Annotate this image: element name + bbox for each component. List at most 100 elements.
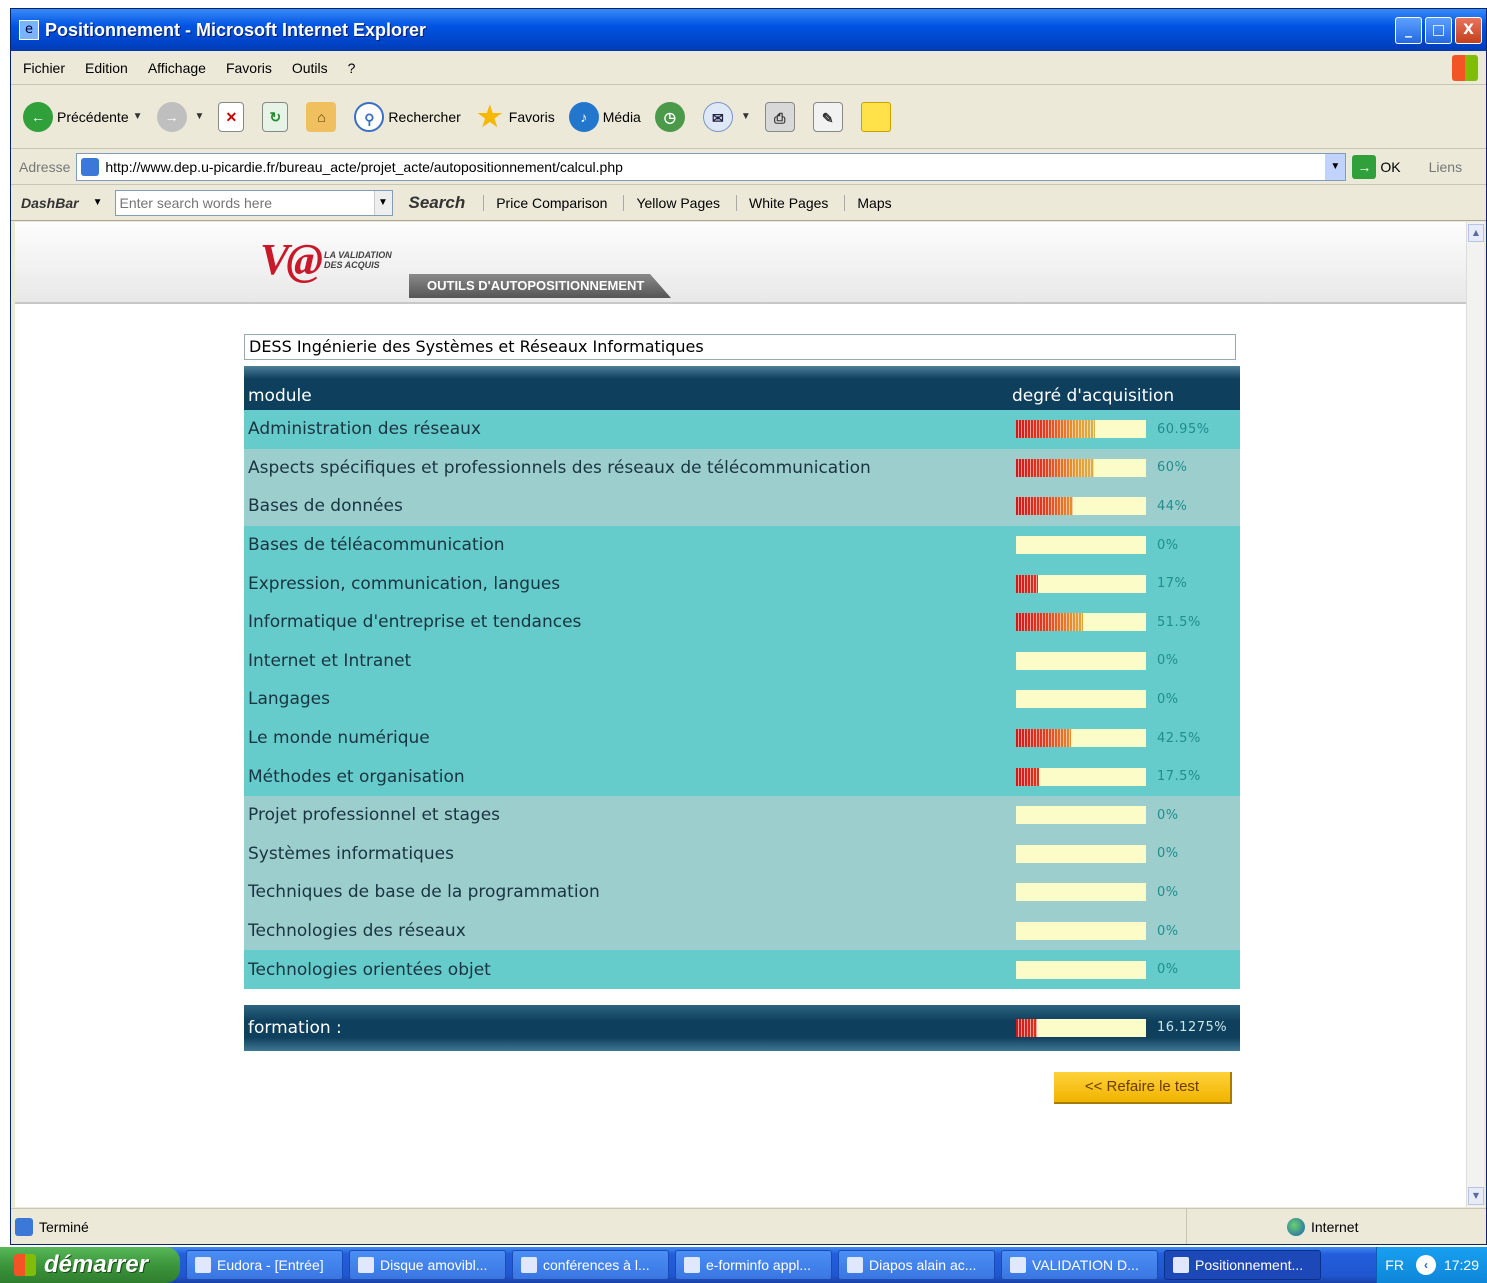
home-button[interactable]: ⌂ — [306, 101, 340, 132]
taskbar-button[interactable]: VALIDATION D... — [1001, 1250, 1158, 1280]
acquisition-percent: 17% — [1157, 576, 1188, 592]
link-price-comparison[interactable]: Price Comparison — [483, 194, 623, 211]
menu-affichage[interactable]: Affichage — [148, 60, 206, 76]
retake-test-button[interactable]: << Refaire le test — [1054, 1072, 1232, 1104]
task-label: conférences à l... — [543, 1257, 650, 1273]
module-name: Technologies des réseaux — [248, 921, 466, 942]
favorites-button[interactable]: ★ Favoris — [475, 101, 554, 132]
page-icon — [81, 157, 100, 176]
page-icon — [15, 1217, 33, 1236]
dashbar-brand[interactable]: DashBar — [21, 195, 79, 211]
search-button[interactable]: ⚲ Rechercher — [354, 101, 461, 132]
task-label: Disque amovibl... — [380, 1257, 488, 1273]
start-label: démarrer — [44, 1251, 149, 1278]
acquisition-fill — [1016, 458, 1094, 477]
vertical-scrollbar[interactable]: ▲ ▼ — [1466, 222, 1484, 1207]
module-name: Informatique d'entreprise et tendances — [248, 612, 582, 633]
taskbar-button[interactable]: e-forminfo appl... — [675, 1250, 832, 1280]
title-bar[interactable]: e Positionnement - Microsoft Internet Ex… — [11, 9, 1486, 51]
close-button[interactable]: X — [1455, 17, 1482, 44]
logo-text: LA VALIDATION DES ACQUIS — [324, 250, 392, 270]
start-button[interactable]: démarrer — [0, 1247, 180, 1283]
menu-favoris[interactable]: Favoris — [226, 60, 272, 76]
chevron-down-icon[interactable]: ▼ — [741, 111, 751, 122]
site-logo[interactable]: V@ LA VALIDATION DES ACQUIS — [260, 234, 392, 285]
scroll-down-icon[interactable]: ▼ — [1468, 1187, 1484, 1205]
mail-button[interactable]: ✉ ▼ — [702, 101, 751, 132]
security-zone: Internet — [1186, 1209, 1486, 1244]
acquisition-bar — [1016, 497, 1146, 516]
refresh-button[interactable]: ↻ — [262, 101, 292, 132]
table-row: Techniques de base de la programmation 0% — [244, 873, 1240, 912]
status-bar: Terminé Internet — [11, 1208, 1486, 1244]
forward-button[interactable]: → ▼ — [156, 101, 205, 132]
note-button[interactable] — [860, 101, 895, 132]
acquisition-bar — [1016, 536, 1146, 555]
dashbar-search-input[interactable] — [119, 194, 374, 211]
refresh-icon: ↻ — [262, 101, 289, 132]
taskbar-button[interactable]: Diapos alain ac... — [838, 1250, 995, 1280]
acquisition-percent: 0% — [1157, 846, 1179, 862]
module-name: Internet et Intranet — [248, 650, 412, 671]
standard-toolbar: ← Précédente ▼ → ▼ ✕ ↻ ⌂ ⚲ Rechercher ★ … — [11, 85, 1486, 149]
link-maps[interactable]: Maps — [844, 194, 907, 211]
taskbar-button[interactable]: Positionnement... — [1164, 1250, 1321, 1280]
dashbar-search-button[interactable]: Search — [409, 193, 466, 213]
chevron-down-icon[interactable]: ▼ — [195, 111, 205, 122]
module-name: Bases de téléacommunication — [248, 535, 505, 556]
task-label: Eudora - [Entrée] — [217, 1257, 324, 1273]
table-body: Administration des réseaux 60.95% Aspects … — [244, 410, 1240, 989]
windows-logo-icon — [1452, 55, 1478, 81]
chevron-down-icon[interactable]: ▼ — [1325, 153, 1346, 180]
app-icon — [1173, 1257, 1189, 1273]
stop-button[interactable]: ✕ — [218, 101, 248, 132]
task-label: Diapos alain ac... — [869, 1257, 977, 1273]
acquisition-percent: 0% — [1157, 884, 1179, 900]
acquisition-bar — [1016, 690, 1146, 709]
logo-line-2: DES ACQUIS — [323, 259, 380, 270]
module-name: Technologies orientées objet — [248, 959, 491, 980]
go-button[interactable]: → OK — [1352, 154, 1401, 179]
scroll-up-icon[interactable]: ▲ — [1468, 224, 1484, 242]
back-button[interactable]: ← Précédente ▼ — [23, 101, 143, 132]
menu-edition[interactable]: Edition — [85, 60, 128, 76]
taskbar-button[interactable]: Eudora - [Entrée] — [186, 1250, 343, 1280]
search-label: Rechercher — [388, 108, 461, 125]
media-button[interactable]: ♪ Média — [568, 101, 641, 132]
dashbar-search[interactable]: ▼ — [114, 189, 393, 216]
menu-help[interactable]: ? — [348, 60, 356, 76]
link-white-pages[interactable]: White Pages — [736, 194, 844, 211]
back-arrow-icon: ← — [23, 101, 53, 132]
language-indicator[interactable]: FR — [1385, 1257, 1404, 1273]
links-button[interactable]: Liens — [1429, 159, 1462, 175]
maximize-button[interactable]: □ — [1425, 17, 1452, 44]
acquisition-bar — [1016, 613, 1146, 632]
history-button[interactable]: ◷ — [654, 101, 689, 132]
menu-outils[interactable]: Outils — [292, 60, 328, 76]
chevron-down-icon[interactable]: ▼ — [133, 111, 143, 122]
tab-autopositionnement[interactable]: OUTILS D'AUTOPOSITIONNEMENT — [409, 274, 671, 298]
taskbar-button[interactable]: conférences à l... — [512, 1250, 669, 1280]
link-yellow-pages[interactable]: Yellow Pages — [623, 194, 736, 211]
module-name: Techniques de base de la programmation — [248, 882, 600, 903]
logo-line-1: LA VALIDATION — [323, 249, 392, 260]
task-list: Eudora - [Entrée] Disque amovibl... confér… — [180, 1250, 1321, 1280]
edit-icon: ✎ — [812, 101, 843, 132]
address-url[interactable]: http://www.dep.u-picardie.fr/bureau_acte… — [105, 159, 1325, 175]
address-field[interactable]: http://www.dep.u-picardie.fr/bureau_acte… — [76, 152, 1347, 181]
taskbar-button[interactable]: Disque amovibl... — [349, 1250, 506, 1280]
acquisition-bar — [1016, 420, 1146, 439]
total-label: formation : — [248, 1017, 342, 1038]
menu-fichier[interactable]: Fichier — [23, 60, 65, 76]
acquisition-bar — [1016, 574, 1146, 593]
tray-expand-icon[interactable]: ‹ — [1415, 1255, 1436, 1275]
minimize-button[interactable]: _ — [1395, 17, 1422, 44]
table-row: Technologies orientées objet 0% — [244, 950, 1240, 989]
chevron-down-icon[interactable]: ▼ — [93, 197, 103, 208]
acquisition-bar — [1016, 806, 1146, 825]
address-label: Adresse — [19, 158, 71, 175]
edit-button[interactable]: ✎ — [812, 101, 847, 132]
chevron-down-icon[interactable]: ▼ — [373, 190, 392, 215]
print-button[interactable]: ⎙ — [764, 101, 799, 132]
taskbar: démarrer Eudora - [Entrée] Disque amovibl… — [0, 1247, 1487, 1283]
